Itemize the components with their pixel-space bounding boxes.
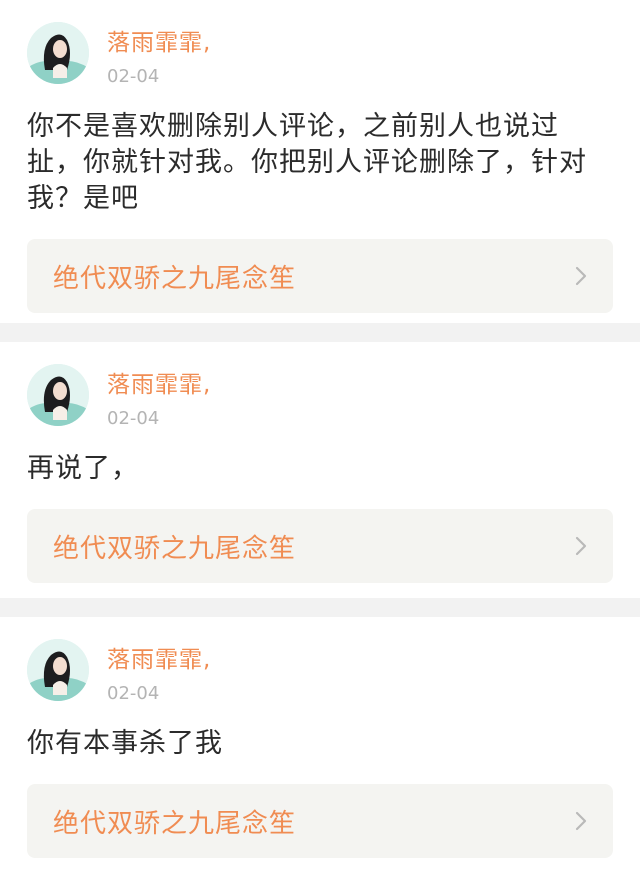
avatar-image [27, 22, 89, 84]
avatar[interactable] [27, 22, 89, 84]
comment-card: 落雨霏霏, 02-04 你有本事杀了我 绝代双骄之九尾念笙 [0, 617, 640, 879]
post-link-label: 绝代双骄之九尾念笙 [53, 808, 297, 839]
comment-text: 你不是喜欢删除别人评论，之前别人也说过扯，你就针对我。你把别人评论删除了，针对我… [27, 111, 587, 214]
post-link[interactable]: 绝代双骄之九尾念笙 [27, 784, 613, 858]
avatar[interactable] [27, 639, 89, 701]
chevron-right-icon [575, 266, 587, 286]
comment-meta: 落雨霏霏, 02-04 [107, 639, 211, 706]
chevron-right-icon [575, 536, 587, 556]
comment-card: 落雨霏霏, 02-04 再说了， 绝代双骄之九尾念笙 [0, 342, 640, 598]
comment-date: 02-04 [107, 408, 160, 429]
comment-date: 02-04 [107, 683, 160, 704]
chevron-right-icon [575, 811, 587, 831]
avatar[interactable] [27, 364, 89, 426]
comment-meta: 落雨霏霏, 02-04 [107, 364, 211, 431]
author-name[interactable]: 落雨霏霏, [107, 645, 211, 675]
post-link-label: 绝代双骄之九尾念笙 [53, 263, 297, 294]
comment-header: 落雨霏霏, 02-04 [27, 0, 613, 89]
comment-header: 落雨霏霏, 02-04 [27, 617, 613, 706]
avatar-image [27, 639, 89, 701]
post-link[interactable]: 绝代双骄之九尾念笙 [27, 239, 613, 313]
post-link-label: 绝代双骄之九尾念笙 [53, 533, 297, 564]
comment-text: 再说了， [27, 453, 139, 484]
author-name[interactable]: 落雨霏霏, [107, 28, 211, 58]
author-name[interactable]: 落雨霏霏, [107, 370, 211, 400]
comment-header: 落雨霏霏, 02-04 [27, 342, 613, 431]
comment-meta: 落雨霏霏, 02-04 [107, 22, 211, 89]
post-link[interactable]: 绝代双骄之九尾念笙 [27, 509, 613, 583]
comment-text: 你有本事杀了我 [27, 728, 223, 759]
comment-feed: 落雨霏霏, 02-04 你不是喜欢删除别人评论，之前别人也说过扯，你就针对我。你… [0, 0, 640, 879]
comment-card: 落雨霏霏, 02-04 你不是喜欢删除别人评论，之前别人也说过扯，你就针对我。你… [0, 0, 640, 323]
comment-date: 02-04 [107, 66, 160, 87]
avatar-image [27, 364, 89, 426]
